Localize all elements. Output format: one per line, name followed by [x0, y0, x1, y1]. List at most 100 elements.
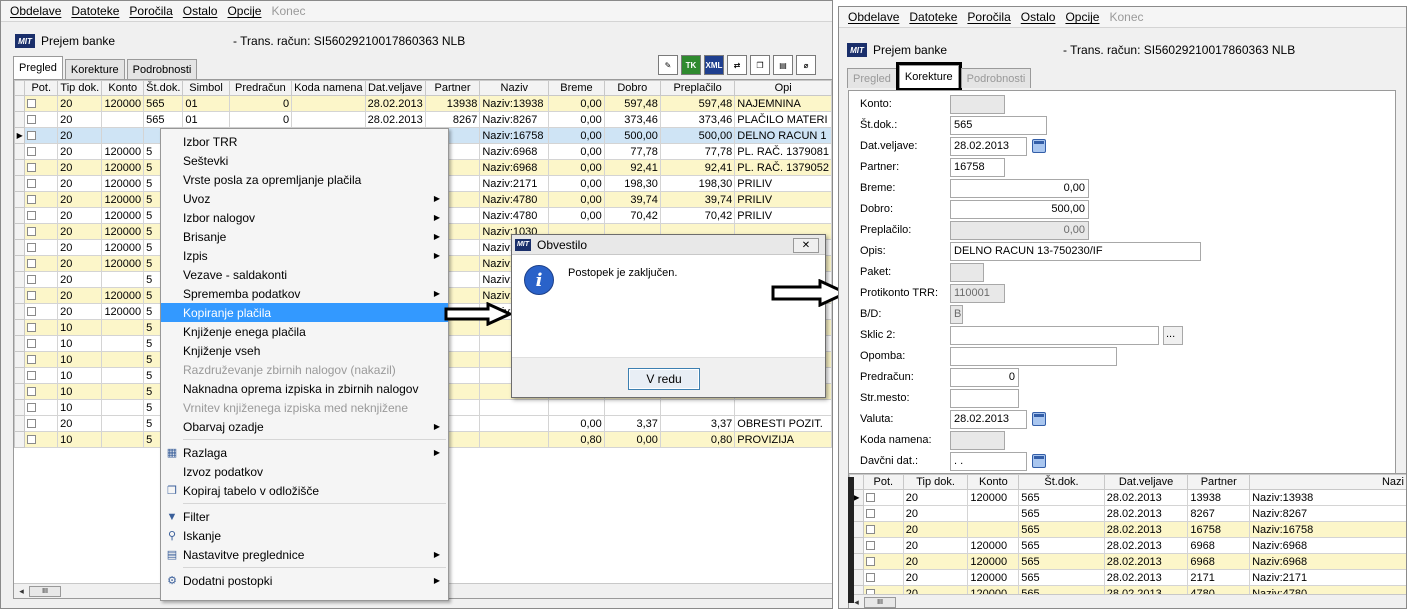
partner-field[interactable]: 16758 [950, 158, 1005, 177]
column-header[interactable]: Partner [424, 80, 481, 96]
menu-item-knji-enje-vseh[interactable]: Knjiženje vseh [161, 341, 448, 360]
checkbox-cell[interactable] [24, 95, 59, 112]
row-indicator[interactable] [14, 175, 26, 192]
scroll-thumb[interactable]: III [29, 585, 61, 597]
opis-field[interactable]: DELNO RACUN 13-750230/IF [950, 242, 1201, 261]
strmesto-field[interactable] [950, 389, 1019, 408]
menu-poroila[interactable]: Poročila [129, 4, 172, 18]
row-indicator[interactable] [14, 303, 26, 320]
column-header[interactable]: Simbol [182, 80, 230, 96]
xml-icon[interactable]: XML [704, 55, 724, 75]
calendar-icon[interactable] [1032, 454, 1046, 468]
menu-item-filter[interactable]: ▼ Filter [161, 507, 448, 526]
row-checkbox[interactable] [27, 243, 37, 253]
checkbox-cell[interactable] [862, 553, 904, 570]
row-indicator[interactable] [14, 383, 26, 400]
row-checkbox[interactable] [27, 179, 37, 189]
menu-item-knji-enje-enega-pla-ila[interactable]: Knjiženje enega plačila [161, 322, 448, 341]
column-header[interactable]: Nazi [1249, 474, 1406, 490]
checkbox-cell[interactable] [24, 351, 59, 368]
menu-konec[interactable]: Konec [271, 4, 305, 18]
row-checkbox[interactable] [27, 403, 37, 413]
scroll-thumb[interactable]: III [864, 596, 896, 608]
table-row[interactable]: 20 120000 565 28.02.2013 2171 Naziv:2171 [849, 569, 1406, 586]
row-checkbox[interactable] [27, 387, 37, 397]
calendar-icon[interactable] [1032, 412, 1046, 426]
valuta-field[interactable]: 28.02.2013 [950, 410, 1027, 429]
row-indicator[interactable] [14, 95, 26, 112]
checkbox-cell[interactable] [862, 489, 904, 506]
row-indicator[interactable] [14, 351, 26, 368]
row-indicator[interactable]: ▶ [14, 127, 26, 144]
table-row[interactable]: 20 120000 565 01 0 28.02.2013 13938 Naziv:13938… [14, 95, 832, 112]
row-indicator[interactable] [14, 367, 26, 384]
row-indicator[interactable] [14, 159, 26, 176]
menu-item-razlaga[interactable]: ▦ Razlaga ▶ [161, 443, 448, 462]
calendar-icon[interactable] [1032, 139, 1046, 153]
row-indicator[interactable] [14, 143, 26, 160]
checkbox-cell[interactable] [24, 191, 59, 208]
row-checkbox[interactable] [27, 227, 37, 237]
row-indicator[interactable] [14, 255, 26, 272]
transfer-icon[interactable]: ⇄ [727, 55, 747, 75]
checkbox-cell[interactable] [24, 271, 59, 288]
menu-item-se-tevki[interactable]: Seštevki [161, 151, 448, 170]
row-checkbox[interactable] [27, 371, 37, 381]
row-checkbox[interactable] [865, 541, 875, 551]
checkbox-cell[interactable] [24, 399, 59, 416]
row-checkbox[interactable] [27, 291, 37, 301]
close-icon[interactable]: ✕ [793, 238, 819, 253]
column-header[interactable]: Konto [967, 474, 1020, 490]
checkbox-cell[interactable] [24, 175, 59, 192]
row-checkbox[interactable] [865, 525, 875, 535]
menu-item-vrste-posla-za-opremljanje-pla-ila[interactable]: Vrste posla za opremljanje plačila [161, 170, 448, 189]
menu-ostalo[interactable]: Ostalo [183, 4, 218, 18]
checkbox-cell[interactable] [24, 431, 59, 448]
row-checkbox[interactable] [865, 493, 875, 503]
edit-icon[interactable]: ▤ [773, 55, 793, 75]
sklic-lookup-button[interactable]: ... [1163, 326, 1183, 345]
menu-item-izbor-trr[interactable]: Izbor TRR [161, 132, 448, 151]
table-row[interactable]: 20 120000 565 28.02.2013 6968 Naziv:6968 [849, 553, 1406, 570]
stdok-field[interactable]: 565 [950, 116, 1047, 135]
ok-button[interactable]: V redu [628, 368, 700, 390]
predracun-field[interactable]: 0 [950, 368, 1019, 387]
row-checkbox[interactable] [27, 211, 37, 221]
checkbox-cell[interactable] [24, 239, 59, 256]
menu-item-naknadna-oprema-izpiska-in-zbirnih-nalogov[interactable]: Naknadna oprema izpiska in zbirnih nalog… [161, 379, 448, 398]
dobro-field[interactable]: 500,00 [950, 200, 1089, 219]
menu-opcije[interactable]: Opcije [227, 4, 261, 18]
table-row[interactable]: 20 565 28.02.2013 8267 Naziv:8267 [849, 505, 1406, 522]
menu-item-uvoz[interactable]: Uvoz ▶ [161, 189, 448, 208]
column-header[interactable]: Naziv [479, 80, 550, 96]
row-indicator[interactable] [14, 239, 26, 256]
column-header[interactable]: Koda namena [291, 80, 366, 96]
row-checkbox[interactable] [27, 323, 37, 333]
row-checkbox[interactable] [27, 339, 37, 349]
checkbox-cell[interactable] [24, 223, 59, 240]
checkbox-cell[interactable] [24, 143, 59, 160]
menu-item-izbor-nalogov[interactable]: Izbor nalogov ▶ [161, 208, 448, 227]
table-row[interactable]: ▶ 20 120000 565 28.02.2013 13938 Naziv:13938 [849, 489, 1406, 506]
row-checkbox[interactable] [27, 259, 37, 269]
checkbox-cell[interactable] [862, 521, 904, 538]
menu-item-vezave-saldakonti[interactable]: Vezave - saldakonti [161, 265, 448, 284]
row-checkbox[interactable] [27, 195, 37, 205]
checkbox-cell[interactable] [24, 367, 59, 384]
checkbox-cell[interactable] [24, 127, 59, 144]
column-header[interactable]: Dat.veljave [1103, 474, 1189, 490]
tab-podrobnosti[interactable]: Podrobnosti [126, 59, 198, 79]
checkbox-cell[interactable] [24, 319, 59, 336]
checkbox-cell[interactable] [24, 415, 59, 432]
row-checkbox[interactable] [27, 355, 37, 365]
tab-pregled[interactable]: Pregled [13, 56, 63, 79]
row-indicator[interactable] [14, 111, 26, 128]
checkbox-cell[interactable] [24, 335, 59, 352]
menu-item-iskanje[interactable]: ⚲ Iskanje [161, 526, 448, 545]
opomba-field[interactable] [950, 347, 1117, 366]
davcni-field[interactable]: . . [950, 452, 1027, 471]
row-checkbox[interactable] [865, 557, 875, 567]
row-checkbox[interactable] [865, 509, 875, 519]
menu-item-izpis[interactable]: Izpis ▶ [161, 246, 448, 265]
datveljave-field[interactable]: 28.02.2013 [950, 137, 1027, 156]
